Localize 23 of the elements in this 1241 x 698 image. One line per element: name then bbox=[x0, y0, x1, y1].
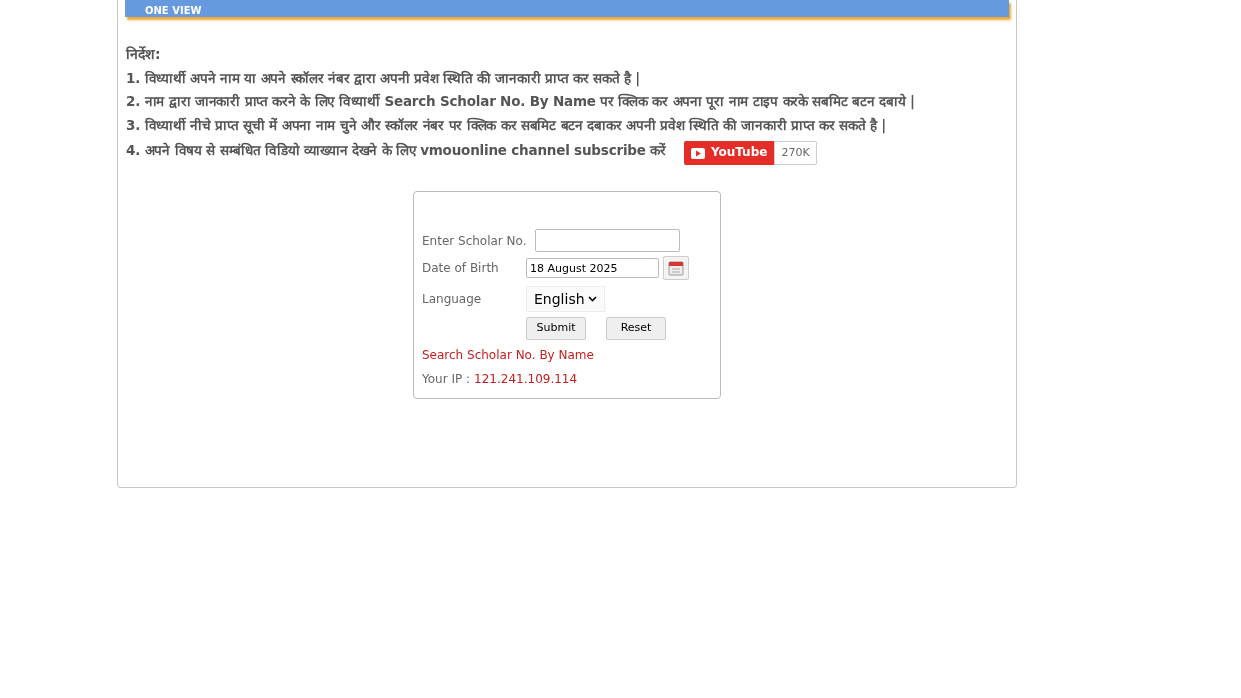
field-label: Language bbox=[422, 291, 483, 308]
instruction-text: 4. अपने विषय से सम्बंधित विडियो व्याख्यान देखने के लिए vmouonline channel subscribe करें bbox=[126, 141, 666, 161]
youtube-button[interactable]: YouTube bbox=[683, 141, 775, 165]
chevron-down-icon bbox=[587, 296, 597, 302]
instruction-text: 2. नाम द्वारा जानकारी प्राप्त करने के लिए विध्यार्थी Search Scholar No. By Name पर क्लिक कर अपना पूरा नाम टाइप करके सबमिट बटन दबाये | bbox=[126, 92, 915, 112]
ip-value: 121.241.109.114 bbox=[474, 371, 578, 388]
submit-button[interactable]: Submit bbox=[526, 317, 586, 340]
scholar-input[interactable] bbox=[535, 229, 680, 252]
language-select[interactable]: English bbox=[526, 286, 605, 312]
reset-button[interactable]: Reset bbox=[606, 317, 666, 340]
subscriber-count: 270K bbox=[774, 141, 817, 165]
date-input[interactable]: 18 August 2025 bbox=[526, 258, 659, 278]
instruction-text: 3. विध्यार्थी नीचे प्राप्त सूची में अपना नाम चुने और स्कॉलर नंबर पर क्लिक कर सबमिट बटन दबाकर अपनी प्रवेश स्थिति की जानकारी प्राप्त कर सकते है | bbox=[126, 115, 886, 136]
instructions-heading: निर्देश: bbox=[126, 45, 162, 64]
instruction-text: 1. विध्यार्थी अपने नाम या अपने स्कॉलर नंबर द्वारा अपनी प्रवेश स्थिति की जानकारी प्राप्त कर सकते है | bbox=[126, 68, 641, 89]
calendar-icon bbox=[668, 260, 684, 276]
field-label: Date of Birth bbox=[422, 260, 500, 277]
field-label: Enter Scholar No. bbox=[422, 232, 528, 250]
header-title: ONE VIEW bbox=[145, 5, 202, 17]
ip-label: Your IP : bbox=[422, 371, 471, 388]
search-by-name-link[interactable]: Search Scholar No. By Name bbox=[422, 346, 594, 364]
calendar-button[interactable] bbox=[663, 256, 689, 280]
play-icon bbox=[690, 147, 705, 159]
